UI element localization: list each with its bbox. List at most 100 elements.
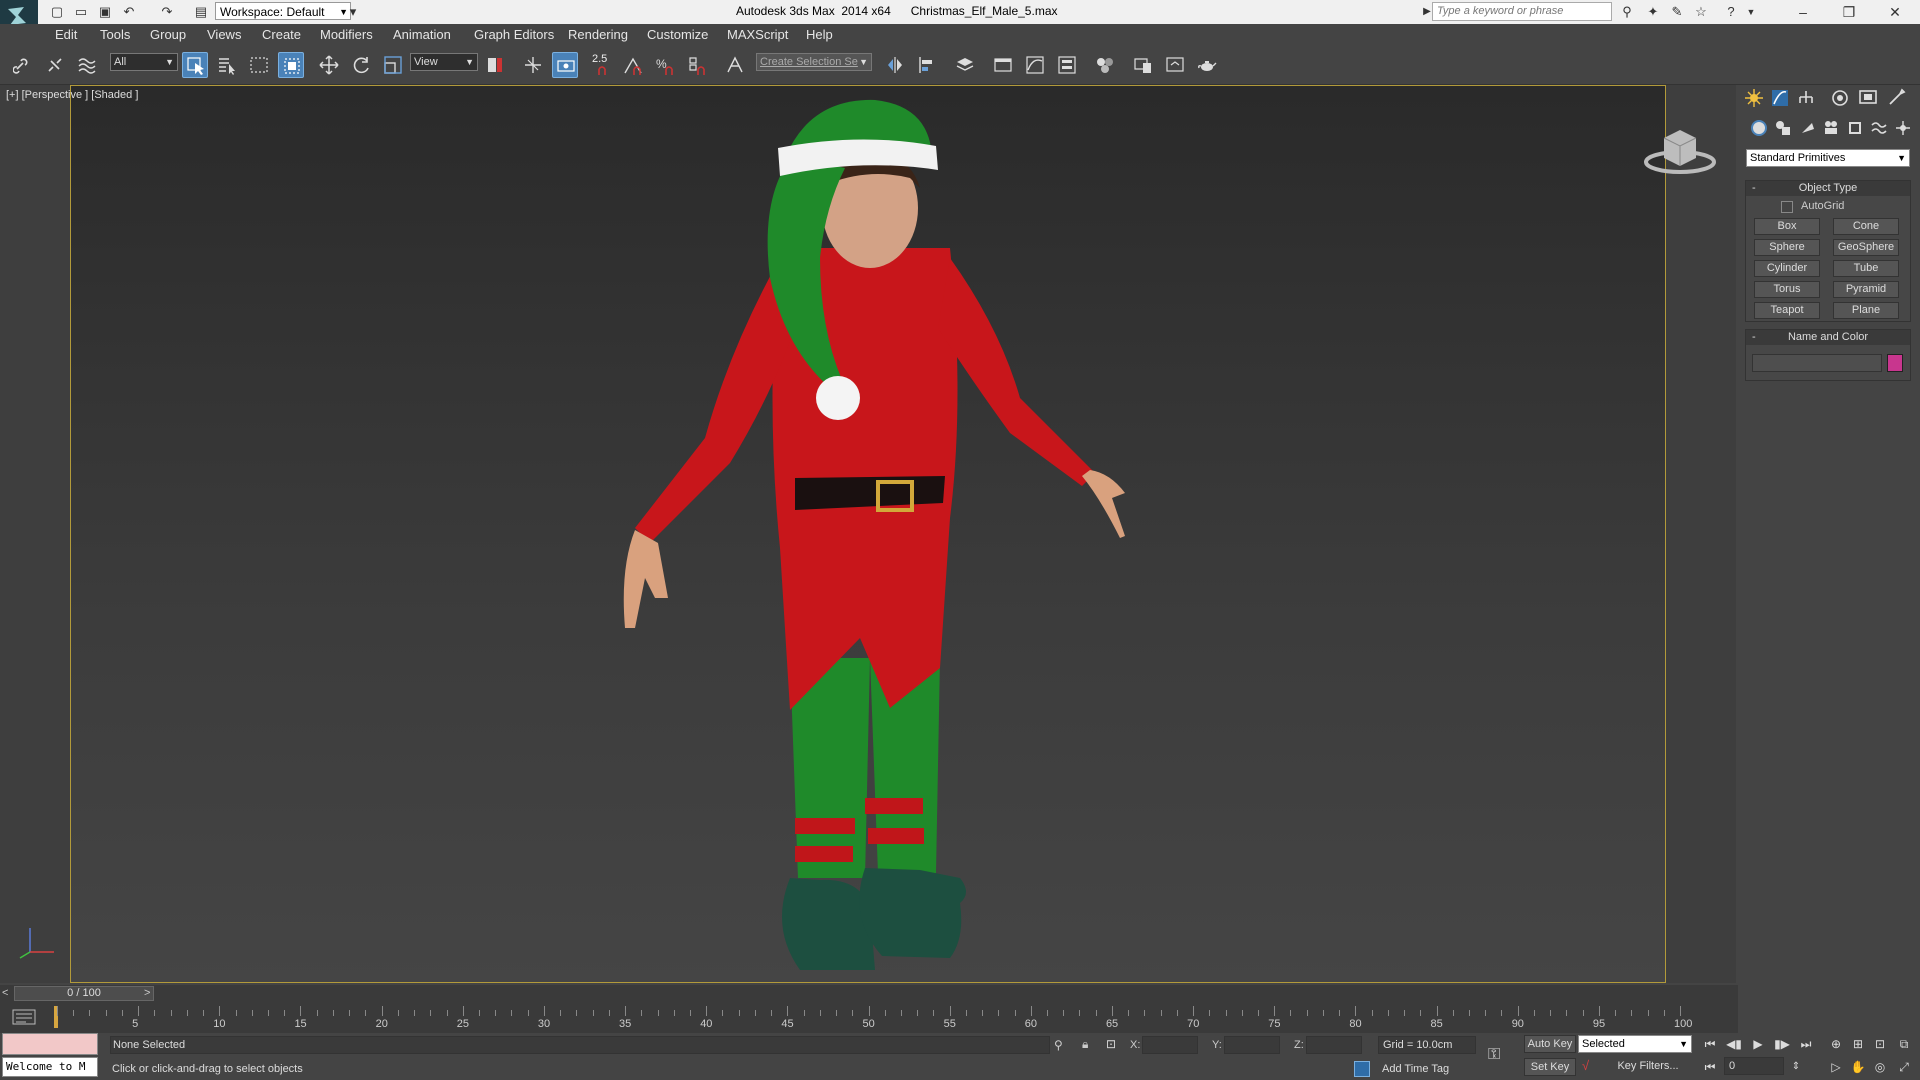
object-color-swatch[interactable]	[1887, 354, 1903, 372]
create-panel-tab-icon[interactable]	[1744, 88, 1764, 108]
zoom-icon[interactable]: ⊕	[1826, 1035, 1846, 1053]
hierarchy-panel-tab-icon[interactable]	[1796, 88, 1816, 108]
frame-spinner-icon[interactable]: ⇕	[1786, 1058, 1806, 1076]
subscription-icon[interactable]: ✦	[1644, 3, 1662, 21]
mirror-icon[interactable]	[882, 52, 908, 78]
absolute-relative-toggle-icon[interactable]: ⊡	[1106, 1037, 1116, 1051]
zoom-extents-all-icon[interactable]: ⧉	[1894, 1035, 1914, 1053]
scene-explorer-icon[interactable]	[990, 52, 1016, 78]
set-key-button[interactable]: Set Key	[1524, 1058, 1576, 1076]
percent-snap-icon[interactable]: %	[652, 52, 678, 78]
named-selection-dropdown[interactable]: Create Selection Se ▼	[756, 53, 872, 71]
object-name-input[interactable]	[1752, 354, 1882, 372]
minimize-icon[interactable]: –	[1780, 0, 1826, 24]
restore-icon[interactable]: ❐	[1826, 0, 1872, 24]
render-setup-icon[interactable]	[1130, 52, 1156, 78]
z-coordinate-input[interactable]	[1306, 1036, 1362, 1054]
add-time-tag-button[interactable]: Add Time Tag	[1382, 1063, 1449, 1075]
menu-create[interactable]: Create	[262, 27, 301, 42]
maxscript-listener-input[interactable]: Welcome to M	[2, 1057, 98, 1077]
render-production-teapot-icon[interactable]	[1194, 52, 1220, 78]
time-slider-next-icon[interactable]: >	[144, 987, 150, 999]
key-mode-toggle-icon[interactable]: ⏮	[1700, 1058, 1720, 1076]
menu-rendering[interactable]: Rendering	[568, 27, 628, 42]
object-type-rollout-header[interactable]: - Object Type	[1746, 181, 1910, 196]
menu-help[interactable]: Help	[806, 27, 833, 42]
zoom-all-icon[interactable]: ⊞	[1848, 1035, 1868, 1053]
select-object-button[interactable]	[182, 52, 208, 78]
cameras-category-icon[interactable]	[1822, 119, 1840, 137]
lights-category-icon[interactable]	[1798, 119, 1816, 137]
geometry-category-icon[interactable]	[1750, 119, 1768, 137]
align-icon[interactable]	[914, 52, 940, 78]
keyboard-shortcut-override-toggle[interactable]	[552, 52, 578, 78]
viewcube-icon[interactable]	[1642, 118, 1718, 178]
new-file-icon[interactable]: ▢	[48, 3, 66, 21]
time-slider-thumb[interactable]: 0 / 100	[14, 986, 154, 1001]
snaps-toggle-icon[interactable]: 2.5	[588, 52, 614, 78]
menu-group[interactable]: Group	[150, 27, 186, 42]
undo-icon[interactable]: ↶	[120, 3, 138, 21]
menu-animation[interactable]: Animation	[393, 27, 451, 42]
play-icon[interactable]: ▶	[1748, 1035, 1768, 1053]
save-file-icon[interactable]: ▣	[96, 3, 114, 21]
manipulate-icon[interactable]	[520, 52, 546, 78]
menu-maxscript[interactable]: MAXScript	[727, 27, 788, 42]
maximize-viewport-icon[interactable]: ⤢	[1894, 1058, 1914, 1076]
previous-frame-icon[interactable]: ◀▮	[1724, 1035, 1744, 1053]
pan-view-hand-icon[interactable]: ✋	[1848, 1058, 1868, 1076]
cone-button[interactable]: Cone	[1833, 218, 1899, 235]
reference-coordinate-dropdown[interactable]: View ▼	[410, 53, 478, 71]
shapes-category-icon[interactable]	[1774, 119, 1792, 137]
systems-category-icon[interactable]	[1894, 119, 1912, 137]
select-and-move-icon[interactable]	[316, 52, 342, 78]
tube-button[interactable]: Tube	[1833, 260, 1899, 277]
infocenter-search-input[interactable]: Type a keyword or phrase	[1432, 2, 1612, 21]
mini-curve-editor-toggle[interactable]	[0, 1003, 50, 1033]
name-and-color-rollout-header[interactable]: - Name and Color	[1746, 330, 1910, 345]
angle-snap-icon[interactable]	[620, 52, 646, 78]
teapot-button[interactable]: Teapot	[1754, 302, 1820, 319]
bind-space-warp-icon[interactable]	[74, 52, 100, 78]
selection-filter-dropdown[interactable]: All ▼	[110, 53, 178, 71]
time-slider-prev-icon[interactable]: <	[2, 987, 8, 999]
help-icon[interactable]: ?	[1722, 3, 1740, 21]
menu-customize[interactable]: Customize	[647, 27, 708, 42]
material-editor-icon[interactable]	[1092, 52, 1118, 78]
zoom-extents-icon[interactable]: ⊡	[1870, 1035, 1890, 1053]
layer-manager-icon[interactable]	[952, 52, 978, 78]
go-to-end-icon[interactable]: ⏭	[1796, 1035, 1816, 1053]
selection-lock-icon[interactable]: 🔒︎	[1082, 1037, 1088, 1052]
help-dropdown-icon[interactable]: ▼	[1742, 3, 1760, 21]
select-and-link-icon[interactable]	[10, 52, 36, 78]
set-key-mode-key-icon[interactable]: ⚿	[1488, 1046, 1500, 1064]
key-mode-dropdown[interactable]: Selected ▼	[1578, 1035, 1692, 1053]
box-button[interactable]: Box	[1754, 218, 1820, 235]
orbit-icon[interactable]: ◎	[1870, 1058, 1890, 1076]
current-frame-input[interactable]: 0	[1724, 1057, 1784, 1075]
select-and-scale-icon[interactable]	[380, 52, 406, 78]
x-coordinate-input[interactable]	[1142, 1036, 1198, 1054]
time-slider-track[interactable]	[0, 985, 1738, 1003]
menu-modifiers[interactable]: Modifiers	[320, 27, 373, 42]
maxscript-mini-listener[interactable]	[2, 1033, 98, 1055]
primitive-category-dropdown[interactable]: Standard Primitives ▼	[1746, 149, 1910, 167]
display-panel-tab-icon[interactable]	[1858, 88, 1878, 108]
elf-character-model[interactable]	[620, 98, 1160, 988]
motion-panel-tab-icon[interactable]	[1830, 88, 1850, 108]
spinner-snap-icon[interactable]	[684, 52, 710, 78]
pivot-center-icon[interactable]	[482, 52, 508, 78]
communication-center-icon[interactable]: ✎	[1668, 3, 1686, 21]
torus-button[interactable]: Torus	[1754, 281, 1820, 298]
close-icon[interactable]: ✕	[1872, 0, 1918, 24]
next-frame-icon[interactable]: ▮▶	[1772, 1035, 1792, 1053]
quick-access-menu-icon[interactable]: ▾	[344, 3, 362, 21]
binoculars-icon[interactable]: ⚲	[1618, 3, 1636, 21]
auto-key-button[interactable]: Auto Key	[1524, 1035, 1576, 1053]
rendered-frame-window-icon[interactable]	[1162, 52, 1188, 78]
y-coordinate-input[interactable]	[1224, 1036, 1280, 1054]
menu-tools[interactable]: Tools	[100, 27, 130, 42]
redo-icon[interactable]: ↷	[158, 3, 176, 21]
modify-panel-tab-icon[interactable]	[1770, 88, 1790, 108]
favorites-star-icon[interactable]: ☆	[1692, 3, 1710, 21]
